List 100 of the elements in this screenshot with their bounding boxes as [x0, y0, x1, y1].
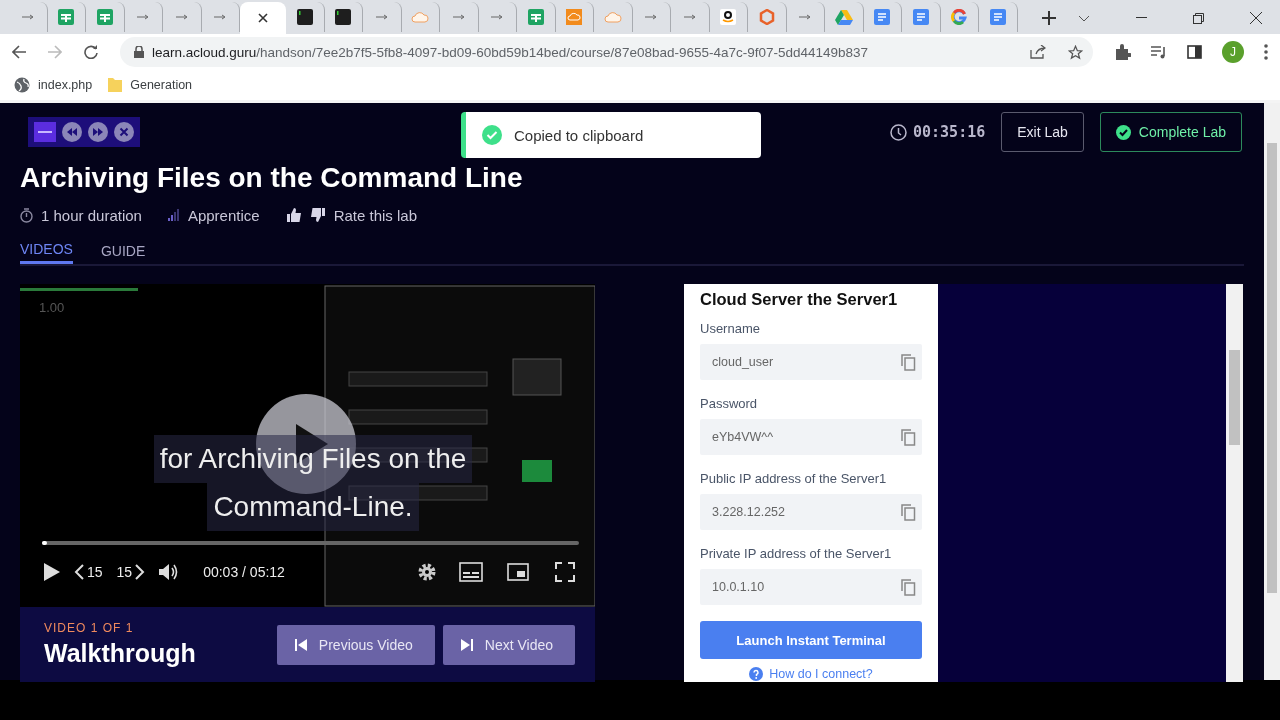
copy-icon[interactable]: [900, 503, 916, 521]
lab-timer: 00:35:16: [913, 123, 986, 141]
skip-previous-icon: [294, 638, 307, 651]
minimize-icon[interactable]: [1136, 17, 1147, 19]
check-circle-icon: [1115, 124, 1131, 140]
chevron-left-icon: [74, 564, 84, 580]
back-icon[interactable]: [12, 45, 26, 59]
copy-icon[interactable]: [900, 428, 916, 446]
reload-icon[interactable]: [84, 45, 98, 59]
folder-icon: [108, 77, 123, 93]
complete-lab-button[interactable]: Complete Lab: [1099, 112, 1242, 152]
chevron-down-icon[interactable]: [1078, 14, 1090, 22]
rate-lab-link[interactable]: Rate this lab: [333, 206, 417, 224]
next-video-button[interactable]: Next Video: [442, 624, 575, 665]
arrow-icon: [375, 14, 388, 20]
arrow-icon: [645, 14, 658, 20]
lab-title: Archiving Files on the Command Line: [20, 161, 524, 195]
cloud-icon: [603, 11, 622, 23]
clock-icon: [890, 123, 907, 141]
credential-field: 3.228.12.252: [700, 494, 922, 530]
server-title: Cloud Server the Server1: [700, 290, 899, 309]
picture-in-picture-icon[interactable]: [507, 563, 529, 581]
rewind-icon[interactable]: [62, 122, 82, 142]
playlist-icon[interactable]: [1151, 45, 1167, 59]
video-caption: for Archiving Files on the: [153, 435, 473, 483]
check-circle-icon: [482, 125, 502, 145]
launch-terminal-button[interactable]: Launch Instant Terminal: [700, 621, 922, 659]
help-link[interactable]: How do I connect?: [769, 667, 873, 681]
arrow-icon: [214, 14, 227, 20]
arrow-icon: [683, 14, 696, 20]
field-label: Private IP address of the Server1: [700, 546, 893, 561]
arrow-icon: [175, 14, 188, 20]
plus-icon[interactable]: [1041, 11, 1056, 25]
document-icon: [912, 9, 929, 25]
copy-icon[interactable]: [900, 578, 916, 596]
exit-lab-button[interactable]: Exit Lab: [1001, 112, 1084, 152]
video-title: Walkthrough: [44, 639, 196, 668]
thumbs-down-icon[interactable]: [309, 207, 326, 223]
video-counter: VIDEO 1 OF 1: [44, 621, 135, 635]
arrow-icon: [799, 14, 812, 20]
arrow-icon: [137, 14, 150, 20]
arrow-icon: [491, 14, 504, 20]
skip-next-icon: [460, 638, 473, 651]
globe-icon: [14, 77, 30, 93]
spreadsheet-icon: [96, 9, 113, 25]
menu-icon[interactable]: [1264, 44, 1268, 60]
close-icon[interactable]: [258, 13, 268, 23]
spreadsheet-icon: [58, 9, 75, 25]
field-label: Password: [700, 396, 759, 411]
side-panel-icon[interactable]: [1187, 45, 1202, 59]
volume-icon[interactable]: [159, 563, 180, 581]
hexagon-icon: [758, 9, 775, 25]
forward-icon[interactable]: [48, 45, 62, 59]
skip-back-button[interactable]: 15: [74, 564, 103, 580]
copy-icon[interactable]: [900, 353, 916, 371]
video-time: 00:03 / 05:12: [203, 564, 285, 580]
credential-field: 10.0.1.10: [700, 569, 922, 605]
terminal-icon: [335, 9, 352, 25]
scrollbar[interactable]: [1226, 284, 1243, 682]
address-bar[interactable]: learn.acloud.guru/handson/7ee2b7f5-5fb8-4097-bd09-60bd59b14bed/course/87e08bad-9655-4a7c-9f07-5dd44149b837: [120, 37, 1093, 67]
fullscreen-icon[interactable]: [555, 562, 575, 582]
terminal-icon: [296, 9, 313, 25]
document-icon: [874, 9, 891, 25]
field-label: Username: [700, 321, 761, 336]
field-label: Public IP address of the Server1: [700, 471, 888, 486]
puzzle-icon[interactable]: [1115, 44, 1131, 60]
content-tab[interactable]: VIDEOS: [20, 237, 73, 264]
cloud-icon: [566, 9, 583, 25]
credential-field: eYb4VW^^: [700, 419, 922, 455]
document-icon: [989, 9, 1006, 25]
star-icon[interactable]: [1068, 44, 1083, 60]
arrow-icon: [452, 14, 465, 20]
play-icon[interactable]: [44, 563, 60, 581]
playback-speed: 1.00: [39, 300, 65, 315]
arrow-icon: [21, 14, 34, 20]
ring-icon: [951, 9, 968, 25]
fast-forward-icon[interactable]: [88, 122, 108, 142]
signal-bars-icon: [167, 209, 180, 221]
content-tab[interactable]: GUIDE: [100, 237, 146, 264]
thumbs-up-icon[interactable]: [285, 207, 302, 223]
restore-icon[interactable]: [1193, 12, 1204, 24]
scrollbar[interactable]: [1264, 103, 1280, 680]
bookmark-link[interactable]: index.php: [38, 78, 93, 92]
cloud-icon: [411, 11, 430, 23]
chevron-right-icon: [135, 564, 146, 580]
thumbnail-icon: [34, 122, 56, 142]
lock-icon: [134, 46, 144, 58]
captions-icon[interactable]: [459, 562, 483, 582]
stopwatch-icon: [20, 207, 33, 223]
close-icon[interactable]: [1250, 12, 1262, 24]
duration-text: 1 hour duration: [41, 206, 142, 224]
previous-video-button[interactable]: Previous Video: [276, 624, 435, 665]
skip-forward-button[interactable]: 15: [116, 564, 146, 580]
triangle-icon: [834, 9, 853, 25]
bookmark-link[interactable]: Generation: [130, 78, 193, 92]
settings-icon[interactable]: [417, 562, 437, 582]
spreadsheet-icon: [527, 9, 544, 25]
video-caption: Command-Line.: [207, 483, 419, 531]
share-icon[interactable]: [1030, 45, 1046, 59]
progress-track[interactable]: [42, 541, 579, 545]
